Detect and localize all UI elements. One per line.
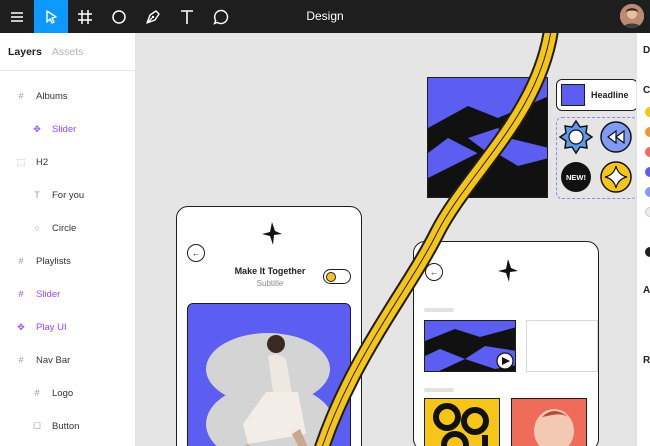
layer-item-circle[interactable]: ○ Circle	[32, 220, 76, 236]
app-logo-icon	[497, 258, 519, 290]
color-swatch[interactable]	[645, 167, 650, 177]
toggle-knob	[326, 271, 336, 282]
tab-assets[interactable]: Assets	[52, 46, 84, 58]
layer-label: Logo	[52, 387, 74, 399]
toggle-switch[interactable]	[323, 269, 351, 284]
layer-label: Button	[52, 420, 80, 432]
frame-icon: ☐	[32, 420, 42, 431]
layer-label: Playlists	[36, 255, 71, 267]
layer-item-play-ui[interactable]: ✥ Play UI	[16, 319, 67, 335]
layer-label: H2	[36, 156, 49, 168]
top-toolbar: Design	[0, 0, 650, 33]
sparkle-badge-icon	[599, 160, 632, 193]
badge-group[interactable]: NEW!	[556, 117, 636, 199]
hero-image	[187, 303, 351, 446]
back-arrow-icon[interactable]: ←	[187, 244, 205, 262]
rewind-badge-icon	[599, 120, 632, 153]
star-badge-icon	[558, 119, 593, 154]
color-swatch[interactable]	[645, 207, 650, 217]
layer-item-slider-2[interactable]: # Slider	[16, 286, 60, 302]
menu-icon[interactable]	[0, 0, 34, 33]
layer-label: Circle	[52, 222, 77, 234]
layer-label: For you	[52, 189, 85, 201]
layers-panel: Layers Assets # Albums ✥ Slider ⬚ H2 T F…	[0, 33, 136, 446]
layer-label: Play UI	[36, 321, 67, 333]
new-badge-label: NEW!	[566, 173, 586, 182]
design-tab-letter[interactable]: D	[643, 45, 650, 56]
design-canvas[interactable]: Headline NEW! ← Make It Together Subtitl…	[137, 33, 636, 446]
headline-label: Headline	[591, 90, 629, 100]
layer-item-nav-bar[interactable]: # Nav Bar	[16, 352, 70, 368]
auto-layout-letter: A	[643, 285, 650, 296]
phone-title: Make It Together	[234, 266, 306, 276]
back-arrow-icon[interactable]: ←	[425, 263, 443, 281]
new-badge-icon: NEW!	[560, 161, 591, 192]
layer-item-logo[interactable]: # Logo	[32, 385, 73, 401]
move-icon[interactable]	[34, 0, 68, 33]
layer-item-for-you[interactable]: T For you	[32, 187, 84, 203]
frame-icon: #	[18, 256, 24, 266]
headline-card[interactable]: Headline	[556, 79, 636, 111]
phone-frame-1[interactable]: ← Make It Together Subtitle	[176, 206, 362, 446]
layer-item-slider[interactable]: ✥ Slider	[32, 121, 76, 137]
circle-icon: ○	[34, 223, 40, 233]
artwork-frame[interactable]	[427, 77, 548, 198]
avatar[interactable]	[620, 4, 644, 28]
comment-icon[interactable]	[204, 0, 238, 33]
empty-card[interactable]	[526, 320, 598, 372]
color-swatch[interactable]	[645, 127, 650, 137]
component-icon: ✥	[17, 321, 25, 332]
text-icon[interactable]	[170, 0, 204, 33]
component-icon: ✥	[33, 123, 41, 134]
colors-section-letter: C	[643, 85, 650, 96]
layer-label: Nav Bar	[36, 354, 71, 366]
color-swatch[interactable]	[645, 147, 650, 157]
frame-icon: #	[34, 388, 40, 398]
phone-subtitle: Subtitle	[256, 279, 284, 288]
radius-section-letter: R	[643, 355, 650, 366]
text-icon: T	[34, 190, 40, 200]
playlist-card-red[interactable]	[511, 398, 587, 446]
layer-label: Albums	[36, 90, 68, 102]
layer-label: Slider	[52, 123, 77, 135]
color-swatch[interactable]	[645, 247, 650, 257]
placeholder-line	[424, 388, 454, 392]
layer-item-playlists[interactable]: # Playlists	[16, 253, 71, 269]
headline-thumbnail	[561, 84, 585, 106]
frame-icon: ⬚	[16, 156, 26, 167]
layer-label: Slider	[36, 288, 61, 300]
color-swatch[interactable]	[645, 187, 650, 197]
layer-item-h2[interactable]: ⬚ H2	[16, 154, 48, 170]
frame-icon: #	[18, 355, 24, 365]
ellipse-icon[interactable]	[102, 0, 136, 33]
album-card[interactable]	[424, 320, 516, 372]
color-swatch[interactable]	[645, 107, 650, 117]
properties-panel: D C A R	[636, 33, 650, 446]
playlist-card-yellow[interactable]	[424, 398, 500, 446]
layer-item-albums[interactable]: # Albums	[16, 88, 68, 104]
frame-icon: #	[18, 91, 24, 101]
panel-tabs: Layers Assets	[0, 33, 135, 71]
tab-layers[interactable]: Layers	[8, 46, 42, 58]
frame-icon[interactable]	[68, 0, 102, 33]
layer-item-button[interactable]: ☐ Button	[32, 418, 80, 434]
phone-frame-2[interactable]: ←	[413, 241, 599, 446]
app-logo-icon	[261, 221, 283, 253]
placeholder-line	[424, 308, 454, 312]
pen-icon[interactable]	[136, 0, 170, 33]
frame-icon: #	[18, 289, 24, 299]
abstract-artwork	[428, 78, 547, 197]
